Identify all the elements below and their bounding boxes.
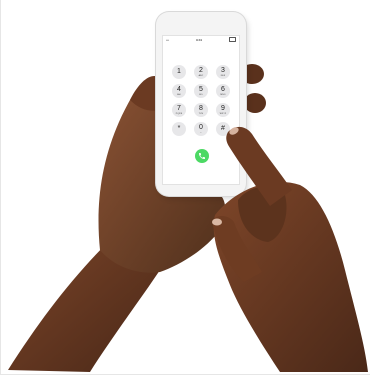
right-hand-illustration — [212, 126, 368, 372]
right-hand — [213, 181, 368, 372]
right-thumb-nail — [212, 218, 222, 226]
